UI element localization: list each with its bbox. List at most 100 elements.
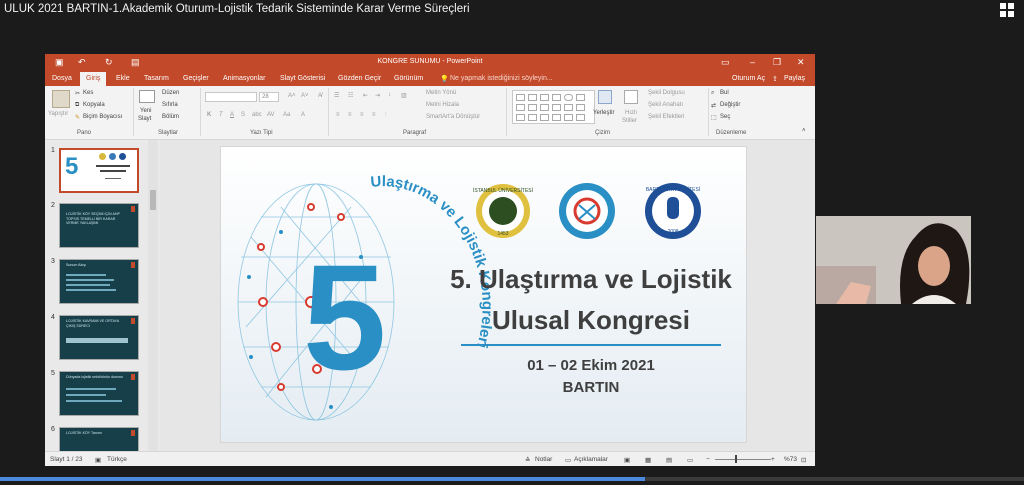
tab-gozden-gecir[interactable]: Gözden Geçir — [338, 75, 381, 82]
shapes-gallery[interactable] — [512, 90, 595, 124]
thumbnail-logo-number: 5 — [65, 153, 79, 180]
slide-thumbnail-4[interactable]: LOJİSTİK KAVRAMI VE ORTAYA ÇIKIŞ SÜRECİ — [59, 315, 139, 360]
lightbulb-icon: 💡 — [440, 76, 449, 83]
spellcheck-icon[interactable]: ▣ — [95, 456, 101, 464]
paste-button[interactable]: Yapıştır — [48, 111, 68, 117]
font-size-field[interactable]: 28 — [259, 92, 279, 102]
strikethrough-icon[interactable]: abc — [252, 112, 262, 118]
align-right-icon[interactable]: ≡ — [360, 112, 364, 118]
thumbnail-line — [66, 289, 116, 291]
tab-gorunum[interactable]: Görünüm — [394, 75, 423, 82]
slide-1[interactable]: 5 Ulaştırma ve Lojistik Kongreleri İSTAN… — [220, 146, 747, 443]
arrange-button[interactable]: Yerleştir — [593, 110, 614, 116]
comments-button[interactable]: Açıklamalar — [574, 456, 608, 463]
scrollbar-thumb[interactable] — [150, 190, 156, 210]
new-slide-button[interactable]: Yeni — [140, 108, 151, 114]
grid-view-icon[interactable] — [1000, 3, 1014, 17]
sign-in-link[interactable]: Oturum Aç — [732, 75, 765, 82]
char-spacing-icon[interactable]: AV — [267, 112, 275, 118]
columns-icon[interactable]: ▥ — [401, 92, 407, 99]
fit-slide-icon[interactable]: ⊡ — [801, 456, 806, 464]
shrink-font-icon[interactable]: A˅ — [301, 93, 309, 99]
powerpoint-window: ▣ ↶ ↻ ▤ KONGRE SUNUMU - PowerPoint ▭ – ❐… — [45, 54, 815, 466]
ribbon-options-icon[interactable]: ▭ — [721, 57, 730, 68]
increase-indent-icon[interactable]: ⇥ — [375, 92, 380, 99]
align-left-icon[interactable]: ≡ — [336, 112, 340, 118]
shape-outline-button[interactable]: Şekil Anahatı — [648, 102, 683, 108]
notes-button[interactable]: Notlar — [535, 456, 552, 463]
align-center-icon[interactable]: ≡ — [348, 112, 352, 118]
restore-icon[interactable]: ❐ — [773, 57, 781, 68]
new-slide-icon[interactable] — [139, 90, 155, 103]
share-button[interactable]: Paylaş — [784, 75, 805, 82]
align-text-button[interactable]: Metni Hizala — [426, 102, 459, 108]
thumbnail-accent — [131, 262, 135, 268]
font-family-field[interactable] — [205, 92, 257, 102]
distributed-icon[interactable]: ⫶ — [385, 112, 387, 119]
select-button[interactable]: Seç — [720, 114, 730, 120]
close-icon[interactable]: ✕ — [797, 57, 805, 68]
replace-button[interactable]: Değiştir — [720, 102, 740, 108]
ribbon-separator — [200, 88, 201, 136]
layout-button[interactable]: Düzen — [162, 90, 179, 96]
decrease-indent-icon[interactable]: ⇤ — [363, 92, 368, 99]
tab-dosya[interactable]: Dosya — [52, 75, 72, 82]
slide-thumbnail-2[interactable]: LOJİSTİK KÖY SEÇİMİ İÇİN AHP TOPSIS TEME… — [59, 203, 139, 248]
zoom-slider[interactable] — [715, 459, 771, 460]
find-button[interactable]: Bul — [720, 90, 729, 96]
italic-icon[interactable]: T — [219, 112, 223, 118]
arrange-icon[interactable] — [598, 90, 612, 104]
minimize-icon[interactable]: – — [750, 57, 755, 67]
tab-slayt-gosterisi[interactable]: Slayt Gösterisi — [280, 75, 325, 82]
shadow-icon[interactable]: S — [241, 112, 245, 118]
reset-button[interactable]: Sıfırla — [162, 102, 178, 108]
language-indicator[interactable]: Türkçe — [107, 456, 127, 463]
slide-thumbnail-5[interactable]: Dünyada lojistik sektörünün durumu — [59, 371, 139, 416]
quick-styles-icon[interactable] — [624, 90, 638, 104]
change-case-icon[interactable]: Aa — [283, 112, 290, 118]
quick-styles-button[interactable]: Hızlı — [625, 110, 637, 116]
grow-font-icon[interactable]: A˄ — [288, 93, 296, 99]
normal-view-icon[interactable]: ▣ — [624, 456, 630, 464]
cut-button[interactable]: Kes — [83, 90, 93, 96]
bullets-icon[interactable]: ☰ — [334, 92, 339, 99]
tab-tasarim[interactable]: Tasarım — [144, 75, 169, 82]
tell-me-box[interactable]: Ne yapmak istediğinizi söyleyin... — [450, 75, 553, 82]
format-painter-button[interactable]: Biçim Boyacısı — [83, 114, 122, 120]
bold-icon[interactable]: K — [207, 112, 211, 118]
underline-icon[interactable]: A — [230, 112, 234, 118]
collapse-ribbon-icon[interactable]: ˄ — [802, 128, 806, 134]
share-icon[interactable]: ⇪ — [772, 75, 778, 83]
slide-thumbnail-6[interactable]: LOJİSTİK KÖY Tanımı — [59, 427, 139, 451]
thumbnail-scrollbar[interactable] — [148, 140, 158, 451]
shape-effects-button[interactable]: Şekil Efektleri — [648, 114, 684, 120]
participant-video[interactable] — [816, 216, 971, 304]
section-button[interactable]: Bölüm — [162, 114, 179, 120]
tab-ekle[interactable]: Ekle — [116, 75, 130, 82]
meeting-progress-bar[interactable] — [0, 477, 1024, 481]
shape-fill-button[interactable]: Şekil Dolgusu — [648, 90, 685, 96]
font-color-icon[interactable]: A — [301, 112, 305, 118]
slideshow-view-icon[interactable]: ▭ — [687, 456, 693, 464]
copy-button[interactable]: Kopyala — [83, 102, 105, 108]
slide-thumbnail-1[interactable]: 5 — [59, 148, 139, 193]
text-direction-button[interactable]: Metin Yönü — [426, 90, 456, 96]
tab-gecisler[interactable]: Geçişler — [183, 75, 209, 82]
slide-thumbnail-3[interactable]: Sunum Akışı — [59, 259, 139, 304]
slide-sorter-icon[interactable]: ▦ — [645, 456, 651, 464]
ribbon: Yapıştır ✂ Kes ⧉ Kopyala ✎ Biçim Boyacıs… — [45, 86, 815, 140]
reading-view-icon[interactable]: ▤ — [666, 456, 672, 464]
zoom-level[interactable]: %73 — [784, 456, 797, 463]
paste-icon[interactable] — [52, 90, 70, 108]
tab-giris[interactable]: Giriş — [80, 72, 107, 86]
numbering-icon[interactable]: ☷ — [348, 92, 353, 99]
zoom-slider-thumb[interactable] — [735, 455, 737, 463]
tab-animasyonlar[interactable]: Animasyonlar — [223, 75, 265, 82]
clear-format-icon[interactable]: A̸ — [318, 93, 322, 99]
justify-icon[interactable]: ≡ — [372, 112, 376, 118]
smartart-button[interactable]: SmartArt'a Dönüştür — [426, 114, 480, 120]
zoom-out-icon[interactable]: − — [706, 456, 710, 463]
ribbon-separator — [328, 88, 329, 136]
zoom-in-icon[interactable]: + — [771, 456, 775, 463]
line-spacing-icon[interactable]: ↕ — [388, 92, 391, 98]
